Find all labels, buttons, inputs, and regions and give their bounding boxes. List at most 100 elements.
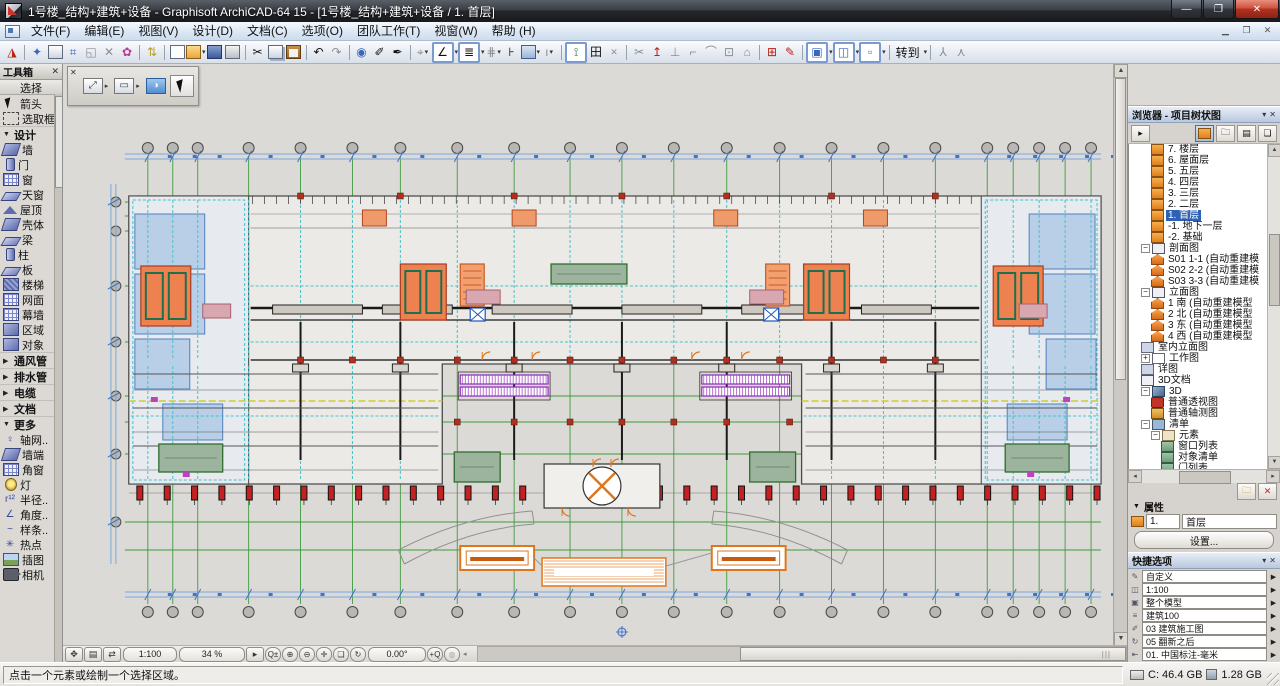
tree-item-18[interactable]: 室内立面图 bbox=[1129, 342, 1268, 353]
pen-button[interactable]: ✐ bbox=[371, 43, 389, 61]
redo-button[interactable]: ↷ bbox=[328, 43, 346, 61]
toolbox-item-26[interactable]: r¹²半径.. bbox=[0, 492, 62, 507]
tree-item-2[interactable]: 5. 五层 bbox=[1129, 166, 1268, 177]
toolbox-item-11[interactable]: 板 bbox=[0, 262, 62, 277]
elevate-tool-button[interactable]: ⌂ bbox=[738, 43, 756, 61]
explore-model-button[interactable]: ⅄ bbox=[934, 43, 952, 61]
view-map-button[interactable]: 🗀 bbox=[1216, 125, 1235, 142]
toolbox-item-18[interactable]: ▶排水管 bbox=[0, 368, 62, 384]
publisher-button[interactable]: ◫ bbox=[833, 42, 855, 63]
menu-item-4[interactable]: 文档(C) bbox=[240, 21, 295, 41]
tree-item-16[interactable]: 3 东 (自动重建模型 bbox=[1129, 320, 1268, 331]
menu-item-0[interactable]: 文件(F) bbox=[24, 21, 77, 41]
navigator-preview-button[interactable]: ⇄ bbox=[103, 647, 121, 662]
guide-lines-button[interactable]: ⊦ bbox=[503, 43, 521, 61]
profile-manager-button[interactable]: ⌗ bbox=[64, 43, 82, 61]
toolbox-item-27[interactable]: ∠角度.. bbox=[0, 507, 62, 522]
delete-viewpoint-button[interactable]: ✕ bbox=[1258, 483, 1277, 500]
tree-item-26[interactable]: −元素 bbox=[1129, 430, 1268, 441]
maximize-button[interactable]: ❐ bbox=[1203, 0, 1234, 19]
toolbox-item-3[interactable]: 墙 bbox=[0, 142, 62, 157]
menu-item-8[interactable]: 帮助 (H) bbox=[485, 21, 543, 41]
toolbox-item-9[interactable]: 梁 bbox=[0, 232, 62, 247]
markup-pen-button[interactable]: ✎ bbox=[781, 43, 799, 61]
save-button[interactable] bbox=[206, 43, 224, 61]
zoom-menu-button[interactable]: ▸ bbox=[246, 647, 264, 662]
navigator-menu-icon[interactable]: ▾ bbox=[1262, 110, 1266, 119]
fillet-tool-button[interactable]: ⌐ bbox=[684, 43, 702, 61]
drawing-horizontal-scrollbar[interactable]: ||| bbox=[477, 646, 1127, 662]
resize-grip[interactable] bbox=[1267, 673, 1279, 685]
zoom-out-button[interactable]: ⊖ bbox=[299, 647, 315, 662]
toolbox-item-24[interactable]: 角窗 bbox=[0, 462, 62, 477]
layout-book-button[interactable]: ▫ bbox=[859, 42, 881, 63]
element-settings-button[interactable] bbox=[46, 43, 64, 61]
tree-item-7[interactable]: -1. 地下一层 bbox=[1129, 221, 1268, 232]
toolbox-item-29[interactable]: ✳热点 bbox=[0, 537, 62, 552]
tree-item-13[interactable]: −立面图 bbox=[1129, 287, 1268, 298]
cutting-plane-button[interactable]: ∠ bbox=[432, 42, 454, 63]
trace-reference-button[interactable]: ≣ bbox=[458, 42, 480, 63]
menu-item-2[interactable]: 视图(V) bbox=[131, 21, 185, 41]
zoom-in-button[interactable]: ⊕ bbox=[282, 647, 298, 662]
scale-chip[interactable]: 1:100 bbox=[123, 647, 177, 662]
new-file-button[interactable] bbox=[168, 43, 186, 61]
tree-item-14[interactable]: 1 南 (自动重建模型 bbox=[1129, 298, 1268, 309]
quick-option-1[interactable]: ◫1:100▶ bbox=[1130, 583, 1278, 596]
quick-option-5[interactable]: ↻05 翻新之后▶ bbox=[1130, 635, 1278, 648]
toolbox-item-12[interactable]: 楼梯 bbox=[0, 277, 62, 292]
previous-zoom-button[interactable]: +Q bbox=[427, 647, 443, 662]
tree-horizontal-scrollbar[interactable]: ◂ ▸ bbox=[1128, 469, 1280, 483]
toolbox-scrollbar[interactable] bbox=[54, 94, 62, 662]
chamfer-tool-button[interactable]: ⌒ bbox=[702, 43, 720, 61]
drawing-area[interactable]: ✕ ⤢▸ ▭▸ ◑ ▲ ▼ ✥ ▤ ⇄ 1:100 34 % ▸ Q± ⊕ ⊖ … bbox=[63, 64, 1127, 662]
pan-button[interactable]: ✛ bbox=[316, 647, 332, 662]
toolbox-item-19[interactable]: ▶电缆 bbox=[0, 384, 62, 400]
rotate-view-button[interactable]: ↻ bbox=[350, 647, 366, 662]
marquee-tool-button[interactable]: ▭▸ bbox=[112, 76, 142, 96]
floating-toolbar-close-icon[interactable]: ✕ bbox=[70, 69, 77, 77]
toolbox-item-21[interactable]: ▼更多 bbox=[0, 416, 62, 432]
quick-options-menu-icon[interactable]: ▾ bbox=[1262, 556, 1266, 565]
rotation-chip[interactable]: 0.00° bbox=[368, 647, 426, 662]
undo-button[interactable]: ↶ bbox=[310, 43, 328, 61]
orbit-tool-button[interactable]: ◑ bbox=[144, 76, 168, 96]
toolbox-item-30[interactable]: 插图 bbox=[0, 552, 62, 567]
toolbox-item-2[interactable]: ▼设计 bbox=[0, 126, 62, 142]
project-chooser-button[interactable]: ▸ bbox=[1131, 125, 1150, 142]
adjust-tool-button[interactable]: ↥ bbox=[648, 43, 666, 61]
tree-item-10[interactable]: S01 1-1 (自动重建模 bbox=[1129, 254, 1268, 265]
tree-item-3[interactable]: 4. 四层 bbox=[1129, 177, 1268, 188]
tree-item-24[interactable]: 普通轴测图 bbox=[1129, 408, 1268, 419]
cut-button[interactable]: ✂ bbox=[249, 43, 267, 61]
toolbox-item-10[interactable]: 柱 bbox=[0, 247, 62, 262]
toolbox-item-16[interactable]: 对象 bbox=[0, 337, 62, 352]
trim-tool-button[interactable]: ⊥ bbox=[666, 43, 684, 61]
next-zoom-button[interactable]: ◍ bbox=[444, 647, 460, 662]
toolbox-item-1[interactable]: 选取框 bbox=[0, 111, 62, 126]
tree-item-4[interactable]: 3. 三层 bbox=[1129, 188, 1268, 199]
floor-plan-canvas[interactable] bbox=[63, 64, 1114, 646]
toolbox-item-23[interactable]: 墙端 bbox=[0, 447, 62, 462]
tree-vertical-scrollbar[interactable]: ▲ ▼ bbox=[1267, 144, 1280, 469]
coordinates-button[interactable]: 田 bbox=[587, 43, 605, 61]
zoom-chip[interactable]: 34 % bbox=[179, 647, 245, 662]
goto-button[interactable]: 转到 bbox=[893, 44, 923, 61]
tree-item-19[interactable]: +工作图 bbox=[1129, 353, 1268, 364]
tree-item-9[interactable]: −剖面图 bbox=[1129, 243, 1268, 254]
story-number-field[interactable]: 1. bbox=[1146, 514, 1180, 529]
menu-item-7[interactable]: 视窗(W) bbox=[427, 21, 484, 41]
quick-option-3[interactable]: ≡建筑100▶ bbox=[1130, 609, 1278, 622]
new-viewpoint-button[interactable]: 🗀 bbox=[1237, 483, 1256, 500]
menu-item-1[interactable]: 编辑(E) bbox=[77, 21, 131, 41]
tree-item-0[interactable]: 7. 楼层 bbox=[1129, 144, 1268, 155]
tree-item-27[interactable]: 窗口列表 bbox=[1129, 441, 1268, 452]
layout-book-tab-button[interactable]: ▤ bbox=[1237, 125, 1256, 142]
close-button[interactable]: ✕ bbox=[1235, 0, 1279, 19]
project-map-button[interactable] bbox=[1195, 125, 1214, 142]
print-button[interactable] bbox=[224, 43, 242, 61]
dimension-tool-button[interactable]: ⤢▸ bbox=[81, 76, 111, 96]
toolbox-item-6[interactable]: 天窗 bbox=[0, 187, 62, 202]
open-file-button[interactable]: ▾ bbox=[186, 43, 206, 61]
menu-item-6[interactable]: 团队工作(T) bbox=[350, 21, 427, 41]
